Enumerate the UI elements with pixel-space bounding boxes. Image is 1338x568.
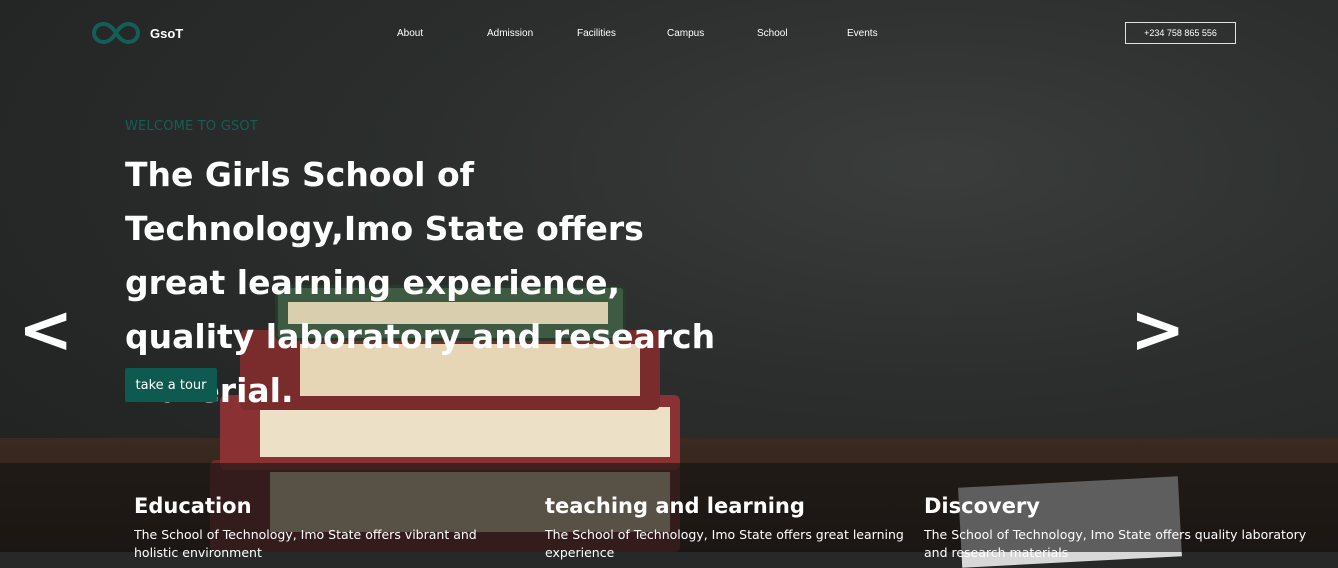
carousel-next-arrow[interactable]: > [1130, 290, 1185, 370]
feature-title: teaching and learning [545, 494, 805, 518]
feature-text: The School of Technology, Imo State offe… [134, 527, 477, 560]
nav-school[interactable]: School [757, 28, 788, 39]
feature-text: The School of Technology, Imo State offe… [924, 527, 1307, 560]
nav-facilities[interactable]: Facilities [577, 28, 616, 39]
phone-button[interactable]: +234 758 865 556 [1125, 22, 1236, 44]
nav-events[interactable]: Events [847, 28, 878, 39]
infinity-icon [92, 21, 140, 45]
nav-campus[interactable]: Campus [667, 28, 704, 39]
carousel-prev-arrow[interactable]: < [18, 290, 73, 370]
take-tour-button[interactable]: take a tour [125, 368, 217, 402]
nav-about[interactable]: About [397, 28, 423, 39]
brand-name: GsoT [150, 25, 184, 41]
feature-text: The School of Technology, Imo State offe… [545, 527, 904, 560]
welcome-label: WELCOME TO GSOT [125, 119, 258, 134]
feature-title: Education [134, 494, 252, 518]
brand-logo[interactable]: GsoT [92, 20, 183, 46]
feature-title: Discovery [924, 494, 1040, 518]
hero-headline: The Girls School of Technology,Imo State… [125, 155, 716, 410]
nav-admission[interactable]: Admission [487, 28, 533, 39]
